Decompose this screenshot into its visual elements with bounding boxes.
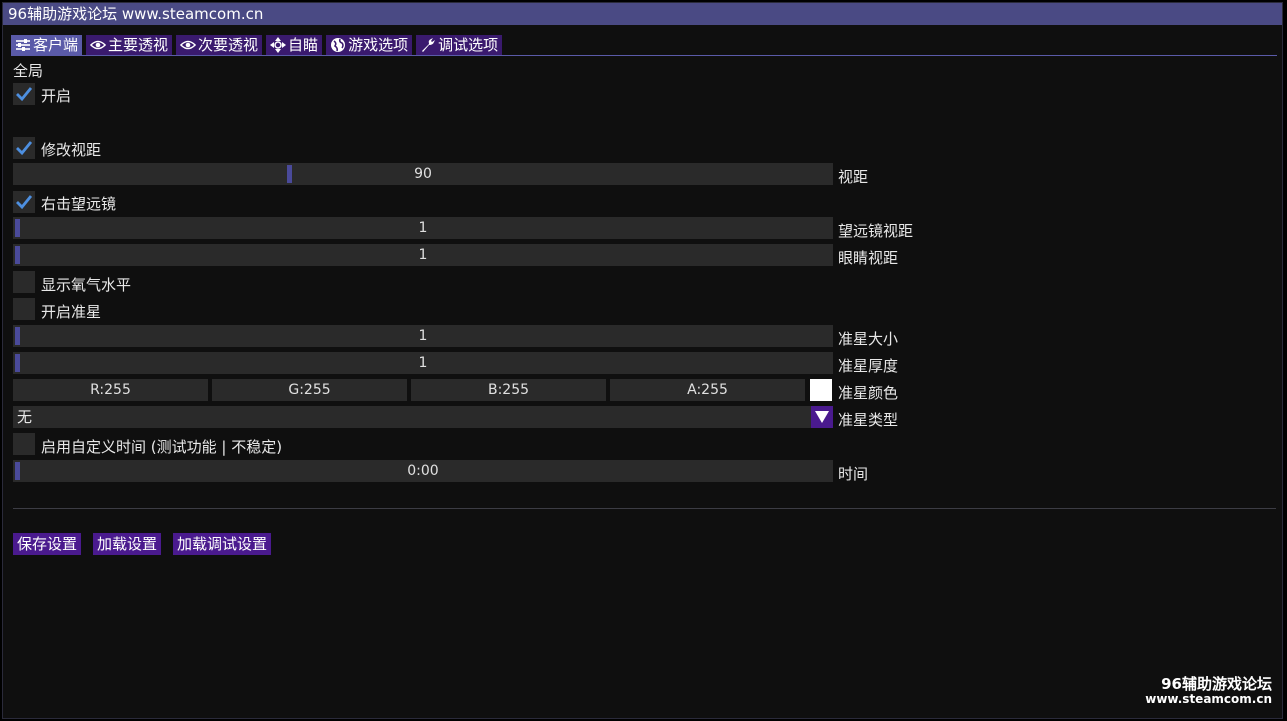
crosshair-type-select[interactable]: 无 — [13, 406, 811, 428]
tab-game-options[interactable]: 游戏选项 — [326, 35, 413, 55]
crosshair-type-label: 准星类型 — [838, 411, 899, 429]
scope-label: 右击望远镜 — [41, 195, 117, 213]
slider-value: 1 — [418, 328, 428, 344]
tab-secondary-esp[interactable]: 次要透视 — [176, 35, 263, 55]
save-settings-button[interactable]: 保存设置 — [13, 533, 82, 555]
scope-fov-label: 望远镜视距 — [838, 222, 914, 240]
wrench-icon — [422, 38, 436, 52]
crosshair-thickness-label: 准星厚度 — [838, 357, 899, 375]
tab-underline — [11, 55, 1277, 56]
time-slider[interactable]: 0:00 — [13, 460, 833, 482]
load-settings-button[interactable]: 加载设置 — [93, 533, 162, 555]
check-icon — [16, 141, 33, 156]
color-a-field[interactable]: A:255 — [610, 379, 805, 401]
tab-bar: 客户端 主要透视 次要透视 自瞄 游戏选项 调试选项 — [11, 35, 503, 55]
tab-label: 调试选项 — [438, 36, 499, 54]
time-label: 时间 — [838, 465, 869, 483]
crosshair-arrows-icon — [270, 37, 287, 53]
tab-client[interactable]: 客户端 — [11, 35, 83, 55]
eye-fov-label: 眼睛视距 — [838, 249, 899, 267]
check-icon — [16, 87, 33, 102]
tab-label: 自瞄 — [288, 36, 319, 54]
custom-time-checkbox[interactable] — [13, 433, 35, 455]
crosshair-label: 开启准星 — [41, 303, 102, 321]
main-window: 96辅助游戏论坛 www.steamcom.cn 客户端 主要透视 次要透视 自… — [2, 2, 1283, 719]
enable-label: 开启 — [41, 87, 72, 105]
crosshair-size-label: 准星大小 — [838, 330, 899, 348]
color-b-field[interactable]: B:255 — [411, 379, 606, 401]
tab-label: 游戏选项 — [348, 36, 409, 54]
window-title[interactable]: 96辅助游戏论坛 www.steamcom.cn — [3, 3, 1282, 25]
color-r-field[interactable]: R:255 — [13, 379, 208, 401]
slider-value: 1 — [418, 220, 428, 236]
slider-value: 90 — [414, 166, 432, 182]
scope-checkbox[interactable] — [13, 191, 35, 213]
load-debug-settings-button[interactable]: 加载调试设置 — [173, 533, 272, 555]
section-title: 全局 — [13, 62, 44, 80]
slider-value: 1 — [418, 355, 428, 371]
custom-time-label: 启用自定义时间 (测试功能 | 不稳定) — [41, 438, 283, 456]
slider-value: 0:00 — [407, 463, 439, 479]
globe-icon — [331, 38, 346, 52]
watermark-title: 96辅助游戏论坛 — [1161, 675, 1272, 693]
check-icon — [16, 195, 33, 210]
tab-label: 主要透视 — [108, 36, 169, 54]
oxygen-checkbox[interactable] — [13, 271, 35, 293]
enable-checkbox[interactable] — [13, 83, 35, 105]
separator — [13, 508, 1276, 509]
tab-label: 客户端 — [33, 36, 79, 54]
eye-fov-slider[interactable]: 1 — [13, 244, 833, 266]
scope-fov-slider[interactable]: 1 — [13, 217, 833, 239]
tab-debug-options[interactable]: 调试选项 — [416, 35, 503, 55]
sliders-icon — [16, 39, 30, 51]
crosshair-checkbox[interactable] — [13, 298, 35, 320]
tab-main-esp[interactable]: 主要透视 — [86, 35, 173, 55]
eye-icon — [180, 40, 197, 50]
dropdown-arrow-icon[interactable] — [811, 406, 833, 428]
eye-icon — [90, 40, 107, 50]
crosshair-color-label: 准星颜色 — [838, 384, 899, 402]
tab-label: 次要透视 — [198, 36, 259, 54]
fov-slider[interactable]: 90 — [13, 163, 833, 185]
color-g-field[interactable]: G:255 — [212, 379, 407, 401]
modify-fov-checkbox[interactable] — [13, 137, 35, 159]
tab-aimbot[interactable]: 自瞄 — [266, 35, 323, 55]
color-swatch[interactable] — [810, 379, 832, 401]
crosshair-size-slider[interactable]: 1 — [13, 325, 833, 347]
crosshair-thickness-slider[interactable]: 1 — [13, 352, 833, 374]
watermark-url: www.steamcom.cn — [1145, 692, 1272, 706]
oxygen-label: 显示氧气水平 — [41, 276, 132, 294]
fov-label: 视距 — [838, 168, 869, 186]
slider-value: 1 — [418, 247, 428, 263]
modify-fov-label: 修改视距 — [41, 141, 102, 159]
